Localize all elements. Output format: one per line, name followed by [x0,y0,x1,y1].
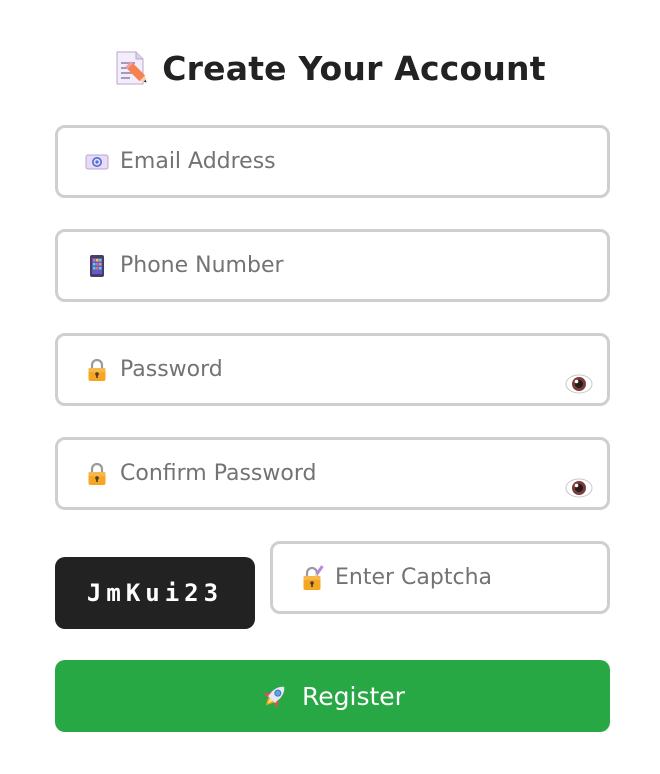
email-field-wrapper [55,125,610,198]
mobile-phone-icon [90,254,104,277]
captcha-code: JmKui23 [86,579,224,607]
page-title: Create Your Account [162,48,546,88]
eye-icon[interactable] [565,373,593,395]
register-page: Create Your Account Email Address Phone … [0,0,660,774]
password-input[interactable] [120,336,540,403]
memo-pencil-icon [116,51,147,85]
lock-icon [88,358,106,381]
register-label: Register [302,681,405,711]
captcha-input[interactable] [335,544,585,611]
rocket-icon [263,686,285,709]
confirm-password-input[interactable] [120,440,540,507]
captcha-display: JmKui23 [55,557,255,629]
confirm-password-field-wrapper [55,437,610,510]
password-field-wrapper [55,333,610,406]
captcha-field-wrapper [270,541,610,614]
phone-input[interactable] [120,232,540,299]
email-icon [85,154,109,169]
lock-with-pen-icon [303,564,324,590]
register-button[interactable]: Register [55,660,610,732]
page-header: Create Your Account [0,40,660,96]
eye-icon[interactable] [565,477,593,499]
phone-field-wrapper [55,229,610,302]
email-input[interactable] [120,128,540,195]
lock-icon [88,462,106,485]
